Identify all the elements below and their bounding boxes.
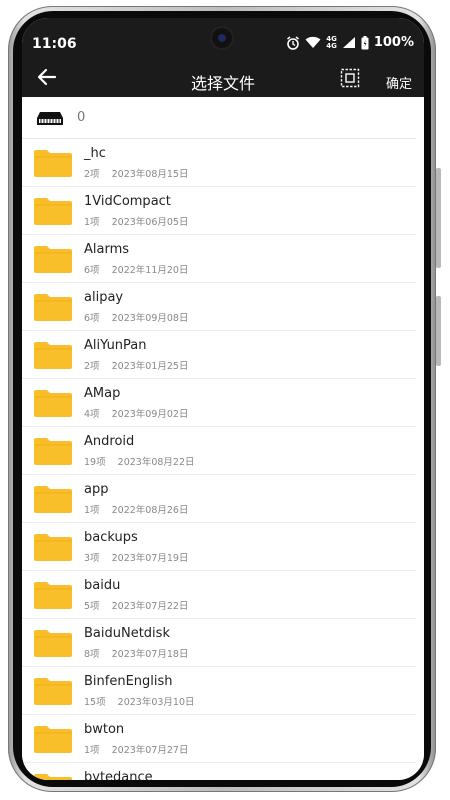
folder-row[interactable]: Alarms 6项 2022年11月20日 <box>22 235 416 283</box>
select-all-icon[interactable] <box>340 68 360 88</box>
page-title: 选择文件 <box>190 74 255 93</box>
folder-name: Alarms <box>84 242 130 257</box>
folder-meta: 6项 2023年09月08日 <box>84 313 189 324</box>
folder-icon <box>33 340 73 374</box>
folder-row[interactable]: 1VidCompact 1项 2023年06月05日 <box>22 187 416 235</box>
folder-meta: 19项 2023年08月22日 <box>84 457 195 468</box>
folder-meta: 6项 2022年11月20日 <box>84 265 189 276</box>
screen: 11:06 4G 4G 100% 选择文件 确定 0 _hc 2项 2023年0… <box>22 18 424 780</box>
folder-icon <box>33 724 73 758</box>
folder-meta: 15项 2023年03月10日 <box>84 697 195 708</box>
status-time: 11:06 <box>32 36 77 52</box>
status-bar: 11:06 4G 4G 100% <box>22 18 424 64</box>
folder-row[interactable]: baidu 5项 2023年07月22日 <box>22 571 416 619</box>
folder-row[interactable]: backups 3项 2023年07月19日 <box>22 523 416 571</box>
folder-meta: 1项 2022年08月26日 <box>84 505 189 516</box>
folder-icon <box>33 580 73 614</box>
folder-icon <box>33 388 73 422</box>
folder-row[interactable]: AliYunPan 2项 2023年01月25日 <box>22 331 416 379</box>
folder-meta: 8项 2023年07月18日 <box>84 649 189 660</box>
folder-name: Android <box>84 434 135 449</box>
confirm-button[interactable]: 确定 <box>386 73 412 92</box>
folder-name: app <box>84 482 109 497</box>
file-browser: 0 _hc 2项 2023年08月15日 1VidCompact 1项 2023年06… <box>22 97 424 780</box>
wifi-icon <box>305 36 321 48</box>
folder-meta: 2项 2023年01月25日 <box>84 361 189 372</box>
folder-name: alipay <box>84 290 124 305</box>
storage-path-row[interactable]: 0 <box>22 97 416 139</box>
folder-icon <box>33 532 73 566</box>
folder-icon <box>33 628 73 662</box>
folder-name: backups <box>84 530 138 545</box>
folder-name: bwton <box>84 722 125 737</box>
folder-icon <box>33 484 73 518</box>
volume-button <box>436 168 441 268</box>
folder-meta: 4项 2023年09月02日 <box>84 409 189 420</box>
hard-drive-icon <box>37 112 63 125</box>
folder-row[interactable]: Android 19项 2023年08月22日 <box>22 427 416 475</box>
folder-row[interactable]: bwton 1项 2023年07月27日 <box>22 715 416 763</box>
front-camera <box>212 28 232 48</box>
folder-row[interactable]: BaiduNetdisk 8项 2023年07月18日 <box>22 619 416 667</box>
folder-row[interactable]: alipay 6项 2023年09月08日 <box>22 283 416 331</box>
folder-name: AMap <box>84 386 121 401</box>
folder-meta: 2项 2023年08月15日 <box>84 169 189 180</box>
folder-row[interactable]: bytedance <box>22 763 416 780</box>
folder-icon <box>33 772 73 780</box>
folder-meta: 1项 2023年07月27日 <box>84 745 189 756</box>
folder-icon <box>33 148 73 182</box>
folder-name: BinfenEnglish <box>84 674 173 689</box>
folder-meta: 5项 2023年07月22日 <box>84 601 189 612</box>
folder-row[interactable]: app 1项 2022年08月26日 <box>22 475 416 523</box>
folder-name: BaiduNetdisk <box>84 626 170 641</box>
folder-row[interactable]: BinfenEnglish 15项 2023年03月10日 <box>22 667 416 715</box>
battery-icon <box>361 35 369 49</box>
folder-list: _hc 2项 2023年08月15日 1VidCompact 1项 2023年06月0… <box>22 139 424 780</box>
folder-meta: 1项 2023年06月05日 <box>84 217 189 228</box>
folder-icon <box>33 196 73 230</box>
folder-name: baidu <box>84 578 121 593</box>
folder-name: 1VidCompact <box>84 194 171 209</box>
battery-level: 100% <box>373 35 414 50</box>
network-type: 4G 4G <box>326 34 337 50</box>
alarm-icon <box>287 35 300 50</box>
folder-meta: 3项 2023年07月19日 <box>84 553 189 564</box>
folder-row[interactable]: AMap 4项 2023年09月02日 <box>22 379 416 427</box>
folder-icon <box>33 436 73 470</box>
app-bar: 选择文件 确定 <box>22 64 424 97</box>
folder-icon <box>33 244 73 278</box>
folder-name: bytedance <box>84 770 153 780</box>
folder-icon <box>33 676 73 710</box>
status-icons: 4G 4G 100% <box>286 35 414 50</box>
folder-icon <box>33 292 73 326</box>
storage-label: 0 <box>77 110 86 125</box>
folder-name: AliYunPan <box>84 338 147 353</box>
signal-icon <box>342 37 355 48</box>
folder-name: _hc <box>84 146 106 161</box>
power-button <box>436 296 441 366</box>
folder-row[interactable]: _hc 2项 2023年08月15日 <box>22 139 416 187</box>
